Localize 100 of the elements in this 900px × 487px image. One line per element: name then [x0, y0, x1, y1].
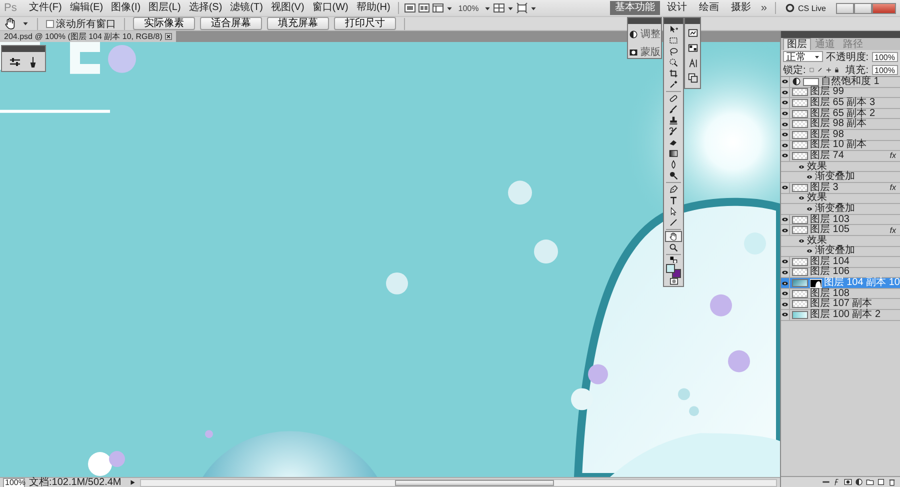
mask-icon: [844, 478, 852, 486]
layer-row[interactable]: 图层 74 fx: [781, 151, 900, 162]
gradient-icon: [669, 148, 678, 158]
effect-row[interactable]: 渐变叠加: [781, 204, 900, 215]
close-button[interactable]: [872, 2, 896, 14]
layer-name: 图层 3: [810, 182, 840, 193]
layer-name: 图层 65 副本 2: [810, 108, 876, 119]
layer-name: 图层 107 副本: [810, 299, 874, 310]
caret-icon: [814, 54, 820, 60]
menu-item[interactable]: 滤镜(T): [227, 1, 266, 15]
effect-row[interactable]: 渐变叠加: [781, 246, 900, 258]
eye-icon: [798, 195, 805, 202]
minimize-button[interactable]: [836, 2, 854, 14]
hand-icon: [4, 17, 17, 30]
document-info: 文档:102.1M/502.4M: [29, 478, 122, 487]
layer-name: 图层 104 副本 10: [824, 278, 900, 288]
menu-item[interactable]: 图像(I): [108, 1, 144, 15]
eye-icon: [781, 78, 789, 86]
zoom-dropdown[interactable]: 100%: [455, 4, 482, 12]
eye-icon: [781, 99, 789, 106]
bubble: [588, 364, 608, 384]
brush-icon: [669, 104, 678, 114]
horizontal-scrollbar[interactable]: [140, 478, 777, 486]
cs-live-button[interactable]: CS Live: [780, 3, 830, 13]
layer-thumbnail: [792, 290, 808, 298]
effects-label: fx: [890, 151, 897, 160]
layer-thumbnail: [792, 184, 808, 192]
adjustment-icon: [792, 77, 801, 86]
workspace-button[interactable]: 摄影: [726, 1, 756, 15]
layer-row[interactable]: 图层 107 副本: [781, 299, 900, 310]
workspace-button[interactable]: 基本功能: [610, 1, 660, 15]
layer-name: 图层 98 副本: [810, 119, 868, 130]
layer-row[interactable]: 图层 10 副本: [781, 140, 900, 152]
layer-name: 图层 65 副本 3: [810, 98, 876, 108]
view-button[interactable]: 填充屏幕: [267, 17, 329, 30]
menu-item[interactable]: 图层(L): [146, 1, 184, 15]
dashed-rectangle-icon: [669, 36, 678, 45]
close-icon[interactable]: [165, 33, 172, 40]
caret-icon: [22, 20, 29, 27]
eye-icon: [781, 184, 789, 192]
bubble: [744, 232, 766, 254]
eye-icon: [806, 248, 813, 254]
view-button[interactable]: 打印尺寸: [334, 17, 396, 30]
menu-item[interactable]: 编辑(E): [66, 1, 106, 15]
layer-thumbnail: [792, 279, 808, 288]
layer-row[interactable]: 图层 65 副本 2: [781, 108, 900, 120]
eye-icon: [806, 206, 813, 212]
eye-icon: [781, 258, 789, 266]
layer-row[interactable]: 图层 100 副本 2: [781, 310, 900, 321]
lock-move-icon: [826, 66, 832, 74]
layer-comps-icon: [688, 73, 698, 83]
hand-tool-button[interactable]: [665, 230, 682, 242]
restore-button[interactable]: [854, 2, 872, 14]
panel-tab[interactable]: 图层: [783, 38, 811, 50]
layer-row[interactable]: 图层 105 fx: [781, 225, 900, 236]
view-button[interactable]: 实际像素: [133, 17, 195, 30]
panel-item[interactable]: 调整: [626, 24, 664, 42]
document-tab[interactable]: 204.psd @ 100% (图层 104 副本 10, RGB/8): [0, 31, 176, 42]
menu-item[interactable]: 文件(F): [26, 1, 65, 15]
layer-row[interactable]: 图层 99: [781, 88, 900, 98]
menu-item[interactable]: 窗口(W): [309, 1, 352, 15]
blend-mode-dropdown[interactable]: 正常: [783, 51, 823, 62]
screen-mode-icon: [516, 2, 528, 14]
mask-icon: [628, 48, 638, 56]
menu-item[interactable]: 视图(V): [268, 1, 308, 15]
fill-field[interactable]: 100%: [872, 64, 898, 74]
menu-item[interactable]: 选择(S): [186, 1, 226, 15]
layer-thumbnail: [792, 152, 808, 160]
workspace-button[interactable]: 绘画: [694, 1, 724, 15]
layer-row[interactable]: 图层 98 副本: [781, 119, 900, 130]
eye-icon: [781, 226, 789, 234]
opacity-field[interactable]: 100%: [872, 52, 898, 62]
panel-item[interactable]: 蒙版: [626, 42, 664, 60]
bubble: [728, 350, 750, 372]
eye-icon: [781, 300, 789, 308]
layer-thumbnail: [792, 88, 808, 96]
layer-row[interactable]: 图层 65 副本 3: [781, 98, 900, 109]
effect-name: 效果: [807, 193, 827, 204]
layer-row[interactable]: 图层 103: [781, 214, 900, 226]
mask-thumbnail: [803, 78, 819, 86]
eye-icon: [781, 110, 789, 118]
swatches-icon: [688, 43, 698, 53]
foreground-color-swatch[interactable]: [666, 264, 675, 274]
layer-row[interactable]: 图层 104: [781, 257, 900, 268]
layer-thumbnail: [792, 98, 808, 107]
menu-item[interactable]: 帮助(H): [353, 1, 394, 15]
character-icon: [688, 58, 698, 68]
checkbox[interactable]: [46, 20, 54, 28]
effect-name: 效果: [807, 162, 827, 172]
effect-name: 渐变叠加: [815, 246, 856, 256]
lock-transparency-icon: [808, 66, 814, 74]
more-workspaces-button[interactable]: »: [758, 2, 770, 14]
zoom-field[interactable]: 100%: [3, 478, 25, 487]
effect-row[interactable]: 渐变叠加: [781, 172, 900, 183]
view-button[interactable]: 适合屏幕: [200, 17, 262, 30]
workspace-button[interactable]: 设计: [662, 1, 692, 15]
wand-icon: [669, 58, 678, 67]
layer-row[interactable]: 图层 108: [781, 288, 900, 300]
caret-icon: [530, 4, 537, 12]
history-icon: [688, 28, 698, 38]
